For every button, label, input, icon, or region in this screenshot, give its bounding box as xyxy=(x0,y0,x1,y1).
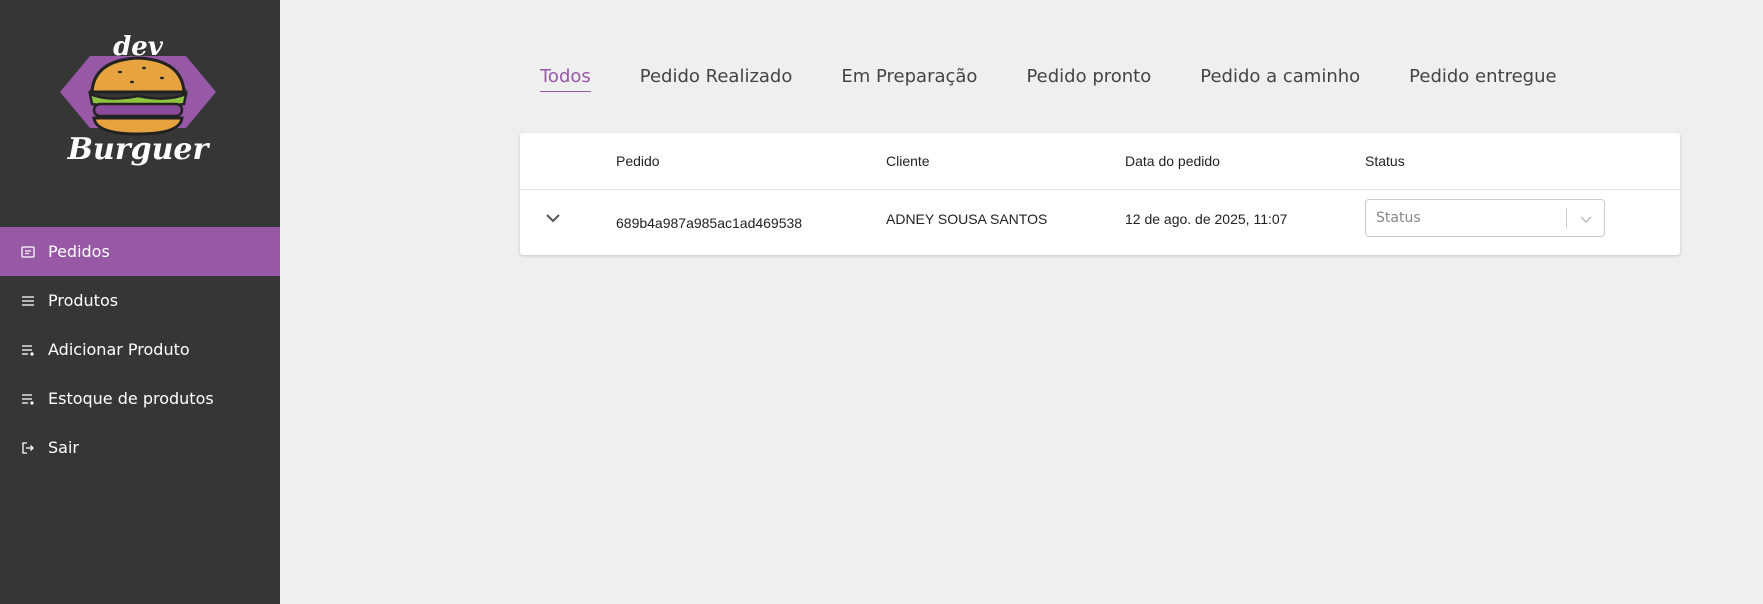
brand-logo: dev Burguer xyxy=(48,28,228,178)
brand-top-word: dev xyxy=(113,32,163,62)
status-select-placeholder: Status xyxy=(1376,210,1421,226)
chevron-down-icon[interactable] xyxy=(542,207,564,229)
brand-bottom-word: Burguer xyxy=(67,132,209,167)
select-divider xyxy=(1566,208,1567,228)
sidebar-item-produtos[interactable]: Produtos xyxy=(0,276,280,325)
sidebar-item-label: Adicionar Produto xyxy=(48,340,190,359)
table-row: 689b4a987a985ac1ad469538 ADNEY SOUSA SAN… xyxy=(520,190,1680,255)
sidebar-item-pedidos[interactable]: Pedidos xyxy=(0,227,280,276)
tab-em-preparacao[interactable]: Em Preparação xyxy=(841,66,977,92)
sidebar-item-label: Estoque de produtos xyxy=(48,389,214,408)
tab-pedido-realizado[interactable]: Pedido Realizado xyxy=(640,66,793,92)
sidebar-item-label: Pedidos xyxy=(48,242,110,261)
order-id: 689b4a987a985ac1ad469538 xyxy=(616,215,803,231)
orders-icon xyxy=(21,245,35,258)
sidebar-item-adicionar-produto[interactable]: Adicionar Produto xyxy=(0,325,280,374)
playlist-add-icon xyxy=(22,393,34,405)
status-tabs: Todos Pedido Realizado Em Preparação Ped… xyxy=(540,66,1606,92)
tab-pedido-pronto[interactable]: Pedido pronto xyxy=(1026,66,1151,92)
status-select[interactable]: Status xyxy=(1365,199,1605,237)
tab-todos[interactable]: Todos xyxy=(540,66,591,92)
table-header: Pedido Cliente Data do pedido Status xyxy=(520,133,1680,190)
sidebar-nav: Pedidos Produtos Adicionar Produto Estoq… xyxy=(0,227,280,472)
column-header-cliente: Cliente xyxy=(886,153,930,169)
sidebar-item-sair[interactable]: Sair xyxy=(0,423,280,472)
column-header-pedido: Pedido xyxy=(616,153,660,169)
sidebar-item-label: Sair xyxy=(48,438,79,457)
column-header-status: Status xyxy=(1365,153,1405,169)
sidebar-item-label: Produtos xyxy=(48,291,119,310)
playlist-add-icon xyxy=(22,344,34,356)
tab-pedido-entregue[interactable]: Pedido entregue xyxy=(1409,66,1556,92)
list-icon xyxy=(22,295,34,306)
column-header-data: Data do pedido xyxy=(1125,153,1220,169)
tab-pedido-a-caminho[interactable]: Pedido a caminho xyxy=(1200,66,1360,92)
chevron-down-icon[interactable] xyxy=(1578,211,1594,227)
logout-icon xyxy=(22,441,34,454)
order-date: 12 de ago. de 2025, 11:07 xyxy=(1125,211,1288,227)
client-name: ADNEY SOUSA SANTOS xyxy=(886,211,1048,227)
sidebar-item-estoque[interactable]: Estoque de produtos xyxy=(0,374,280,423)
sidebar: dev Burguer Pedidos Produtos Adicionar P… xyxy=(0,0,280,604)
orders-table: Pedido Cliente Data do pedido Status 689… xyxy=(520,133,1680,255)
